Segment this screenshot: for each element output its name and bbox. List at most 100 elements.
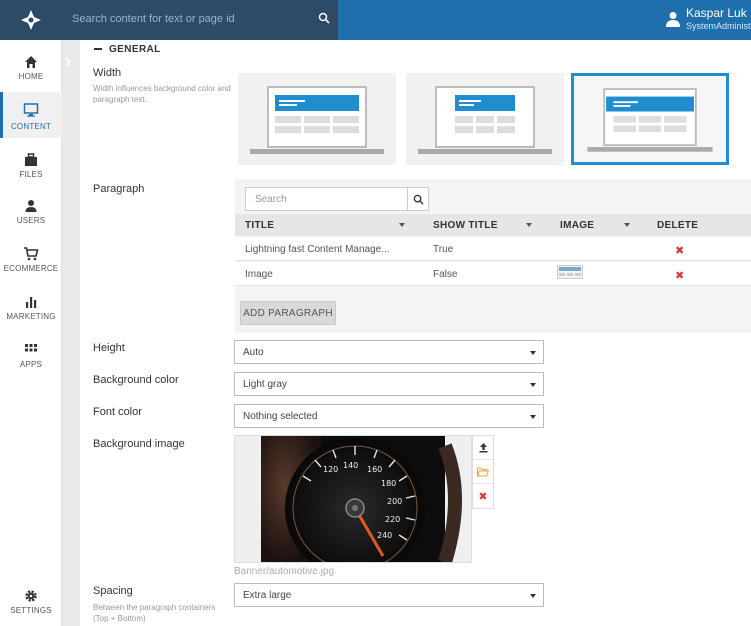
grid-icon <box>25 344 37 352</box>
background-image-label: Background image <box>93 438 185 450</box>
global-search-input[interactable]: Search content for text or page id <box>72 13 235 25</box>
table-header: TITLE SHOW TITLE IMAGE DELETE <box>235 214 751 236</box>
top-bar: Search content for text or page id Kaspa… <box>0 0 751 40</box>
chevron-down-icon <box>530 383 536 387</box>
collapse-minus-icon[interactable] <box>94 48 102 51</box>
logo-icon <box>21 10 41 30</box>
background-color-select[interactable]: Light gray <box>234 372 544 396</box>
svg-text:220: 220 <box>385 515 400 524</box>
sidebar-item-ecommerce[interactable]: ECOMMERCE <box>0 238 62 282</box>
height-label: Height <box>93 342 125 354</box>
logo[interactable] <box>0 0 62 40</box>
panel-collapse-strip[interactable] <box>62 40 80 626</box>
chevron-right-icon[interactable] <box>64 56 72 68</box>
user-role: SystemAdministr <box>686 21 751 31</box>
bar-chart-icon <box>26 297 37 308</box>
chevron-down-icon <box>530 415 536 419</box>
sidebar-item-label: ECOMMERCE <box>3 264 59 273</box>
width-option-wide[interactable] <box>571 73 729 165</box>
row-show-title: False <box>433 269 458 280</box>
monitor-icon <box>23 103 39 117</box>
delete-icon[interactable]: ✖ <box>675 244 684 257</box>
section-title: GENERAL <box>109 44 161 55</box>
user-name: Kaspar Luk <box>686 6 747 20</box>
sidebar-item-files[interactable]: FILES <box>0 144 62 188</box>
remove-image-button[interactable]: ✖ <box>473 484 493 508</box>
browse-folder-button[interactable] <box>473 460 493 484</box>
sort-show-title-icon[interactable] <box>526 223 532 227</box>
chevron-down-icon <box>530 594 536 598</box>
svg-text:240: 240 <box>377 531 392 540</box>
background-image-preview[interactable]: 140 160 180 200 220 240 120 <box>234 435 472 578</box>
paragraph-search-button[interactable] <box>407 187 429 211</box>
background-color-label: Background color <box>93 374 179 386</box>
background-image-filename: Banner/automotive.jpg <box>234 566 335 577</box>
sort-title-icon[interactable] <box>399 223 405 227</box>
paragraph-label: Paragraph <box>93 183 145 195</box>
width-description: Width influences background color and pa… <box>93 84 231 104</box>
height-select[interactable]: Auto <box>234 340 544 364</box>
image-thumbnail-icon <box>557 265 583 279</box>
svg-text:120: 120 <box>323 465 338 474</box>
height-select-value: Auto <box>243 347 264 358</box>
upload-button[interactable] <box>473 436 493 460</box>
speedometer-image: 140 160 180 200 220 240 120 <box>261 436 462 578</box>
table-row[interactable]: Image False ✖ <box>235 262 751 286</box>
row-title[interactable]: Image <box>245 269 273 280</box>
laptop-narrow-icon <box>250 86 384 154</box>
sidebar-item-users[interactable]: USERS <box>0 190 62 234</box>
sidebar-item-label: HOME <box>18 72 44 81</box>
spacing-select[interactable]: Extra large <box>234 583 544 607</box>
row-title[interactable]: Lightning fast Content Manage... <box>245 244 390 255</box>
delete-icon[interactable]: ✖ <box>675 269 684 282</box>
global-search[interactable]: Search content for text or page id <box>62 0 338 40</box>
svg-text:140: 140 <box>343 461 358 470</box>
sidebar-item-home[interactable]: HOME <box>0 46 62 90</box>
chevron-down-icon <box>530 351 536 355</box>
font-color-label: Font color <box>93 406 142 418</box>
width-option-medium[interactable] <box>406 73 564 165</box>
image-tools: ✖ <box>472 435 494 509</box>
width-option-narrow[interactable] <box>238 73 396 165</box>
width-label: Width <box>93 67 122 79</box>
sort-image-icon[interactable] <box>624 223 630 227</box>
svg-text:160: 160 <box>367 465 382 474</box>
column-header-title[interactable]: TITLE <box>245 220 274 231</box>
sidebar-item-label: CONTENT <box>10 122 52 131</box>
spacing-select-value: Extra large <box>243 590 292 601</box>
paragraph-search-input[interactable]: Search <box>245 187 429 211</box>
spacing-description: Between the paragraph containers (Top + … <box>93 603 216 623</box>
upload-icon <box>479 443 487 453</box>
user-icon <box>25 200 37 212</box>
laptop-medium-icon <box>418 86 552 154</box>
sidebar-item-label: FILES <box>19 170 43 179</box>
sidebar-item-apps[interactable]: APPS <box>0 334 62 378</box>
column-header-image[interactable]: IMAGE <box>560 220 594 231</box>
row-show-title: True <box>433 244 454 255</box>
column-header-delete: DELETE <box>657 220 699 231</box>
spacing-label: Spacing <box>93 585 133 597</box>
content-panel: GENERAL Width Width influences backgroun… <box>80 40 751 626</box>
sidebar-item-label: SETTINGS <box>10 606 52 615</box>
font-color-select[interactable]: Nothing selected <box>234 404 544 428</box>
column-header-show-title[interactable]: SHOW TITLE <box>433 220 498 231</box>
add-paragraph-button[interactable]: ADD PARAGRAPH <box>240 301 336 325</box>
sidebar-item-settings[interactable]: SETTINGS <box>0 580 62 624</box>
sidebar-item-label: MARKETING <box>6 312 56 321</box>
background-color-select-value: Light gray <box>243 379 287 390</box>
search-icon[interactable] <box>318 12 330 24</box>
delete-icon: ✖ <box>478 490 488 503</box>
user-avatar-icon <box>666 12 680 27</box>
sidebar-item-marketing[interactable]: MARKETING <box>0 286 62 330</box>
sidebar: HOME CONTENT FILES USERS ECOMMERCE MARKE… <box>0 40 62 626</box>
search-icon <box>413 194 424 205</box>
sidebar-item-label: USERS <box>16 216 46 225</box>
sidebar-item-label: APPS <box>19 360 43 369</box>
svg-text:200: 200 <box>387 497 402 506</box>
gear-icon <box>25 590 37 602</box>
briefcase-icon <box>25 153 37 166</box>
table-row[interactable]: Lightning fast Content Manage... True ✖ <box>235 237 751 261</box>
section-header[interactable]: GENERAL <box>94 44 161 55</box>
sidebar-item-content[interactable]: CONTENT <box>0 92 62 138</box>
folder-open-icon <box>477 467 489 476</box>
